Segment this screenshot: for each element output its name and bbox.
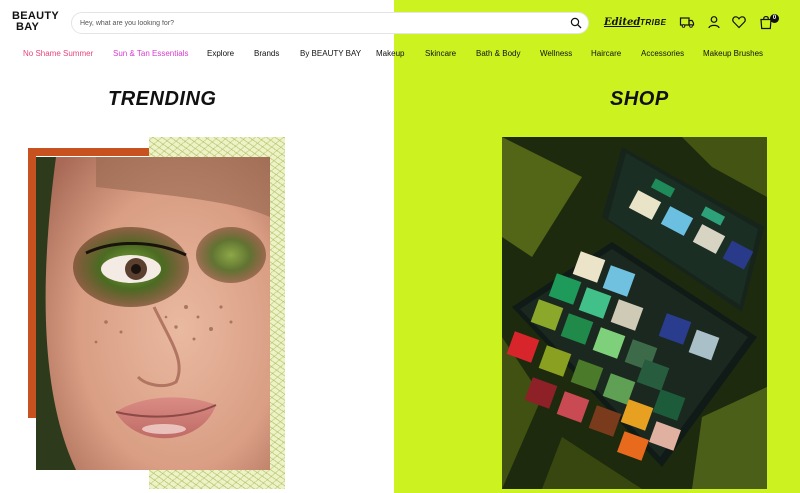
search-bar[interactable] xyxy=(71,12,589,34)
nav-item-haircare[interactable]: Haircare xyxy=(591,49,621,58)
trending-model-photo[interactable] xyxy=(36,157,270,470)
nav-item-explore[interactable]: Explore xyxy=(207,49,234,58)
nav-item-wellness[interactable]: Wellness xyxy=(540,49,572,58)
nav-item-bath-body[interactable]: Bath & Body xyxy=(476,49,520,58)
delivery-truck-icon[interactable] xyxy=(679,14,695,30)
main-navigation: No Shame Summer Sun & Tan Essentials Exp… xyxy=(0,46,800,62)
search-input[interactable] xyxy=(80,16,550,31)
logo-line-2: BAY xyxy=(16,21,40,33)
account-icon[interactable] xyxy=(706,14,722,30)
nav-item-makeup[interactable]: Makeup xyxy=(376,49,404,58)
nav-item-brands[interactable]: Brands xyxy=(254,49,279,58)
shop-palette-photo[interactable] xyxy=(502,137,767,489)
nav-item-skincare[interactable]: Skincare xyxy=(425,49,456,58)
page: BEAUTY BAY Edited TRIBE xyxy=(0,0,800,493)
nav-item-accessories[interactable]: Accessories xyxy=(641,49,684,58)
nav-item-no-shame-summer[interactable]: No Shame Summer xyxy=(23,49,93,58)
nav-item-by-beauty-bay[interactable]: By BEAUTY BAY xyxy=(300,49,361,58)
cart-count-badge: 0 xyxy=(770,14,779,23)
tribe-link[interactable]: TRIBE xyxy=(640,18,667,27)
edited-link[interactable]: Edited xyxy=(604,17,640,28)
shop-title: SHOP xyxy=(610,88,669,110)
wishlist-heart-icon[interactable] xyxy=(731,14,747,30)
beauty-bay-logo[interactable]: BEAUTY BAY xyxy=(12,11,59,33)
site-header: BEAUTY BAY Edited TRIBE xyxy=(0,0,800,44)
nav-item-sun-tan-essentials[interactable]: Sun & Tan Essentials xyxy=(113,49,188,58)
trending-title: TRENDING xyxy=(108,88,217,110)
search-icon[interactable] xyxy=(570,17,582,29)
nav-item-makeup-brushes[interactable]: Makeup Brushes xyxy=(703,49,763,58)
